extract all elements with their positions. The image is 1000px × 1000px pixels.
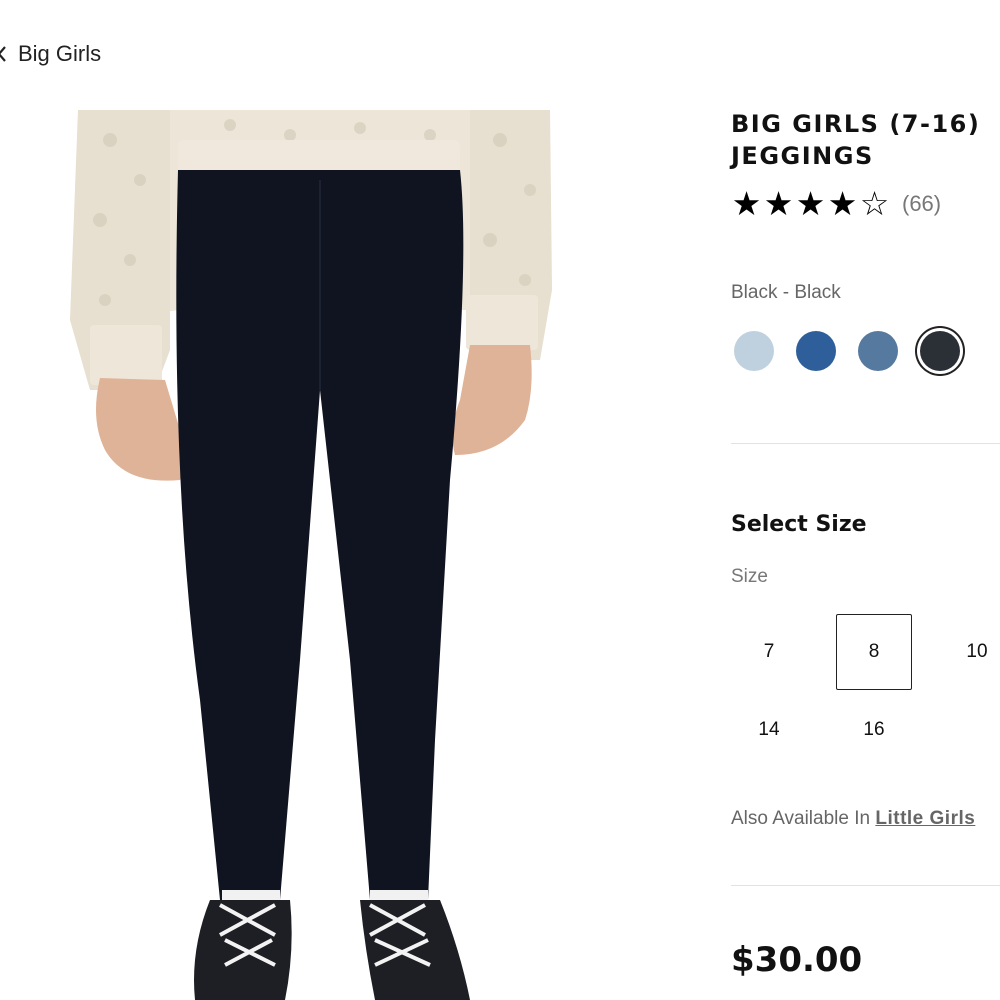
size-label: Size: [731, 566, 768, 587]
rating-stars: ★ ★ ★ ★ ☆: [731, 186, 890, 222]
also-available-link[interactable]: Little Girls: [875, 808, 975, 829]
product-photo-illustration: [70, 110, 552, 1000]
price: $30.00: [731, 940, 863, 980]
star-empty-icon: ☆: [859, 185, 890, 222]
select-size-heading: Select Size: [731, 512, 867, 537]
also-available: Also Available In Little Girls: [731, 808, 975, 830]
star-filled-icon: ★: [827, 185, 858, 222]
size-option-10[interactable]: 10: [939, 614, 1000, 690]
product-info: BIG GIRLS (7-16) JEGGINGS ★ ★ ★ ★ ☆ (66) Bla…: [731, 0, 1000, 1000]
swatch-black[interactable]: [920, 331, 960, 371]
star-filled-icon: ★: [731, 185, 762, 222]
product-page: Big Girls BIG GIRLS (7-16) JEGGINGS ★ ★ …: [0, 0, 1000, 1000]
breadcrumb-back[interactable]: Big Girls: [0, 38, 101, 70]
swatch-slate-blue[interactable]: [858, 331, 898, 371]
chevron-left-icon: [0, 46, 6, 62]
size-option-16[interactable]: 16: [836, 692, 912, 768]
selected-color-label: Black - Black: [731, 282, 841, 303]
product-title-line2: JEGGINGS: [731, 142, 874, 170]
swatch-medium-blue[interactable]: [796, 331, 836, 371]
swatch-light-wash[interactable]: [734, 331, 774, 371]
product-image: [30, 100, 680, 1000]
also-available-prefix: Also Available In: [731, 808, 871, 829]
product-title-line1: BIG GIRLS (7-16): [731, 110, 981, 138]
star-filled-icon: ★: [763, 185, 794, 222]
size-option-14[interactable]: 14: [731, 692, 807, 768]
rating[interactable]: ★ ★ ★ ★ ☆ (66): [731, 186, 941, 222]
color-swatches: [734, 331, 960, 371]
star-filled-icon: ★: [795, 185, 826, 222]
review-count[interactable]: (66): [902, 191, 941, 217]
size-option-8[interactable]: 8: [836, 614, 912, 690]
breadcrumb-label: Big Girls: [18, 41, 102, 66]
divider: [731, 443, 1000, 444]
divider: [731, 885, 1000, 886]
product-title: BIG GIRLS (7-16) JEGGINGS: [731, 108, 1000, 172]
size-option-7[interactable]: 7: [731, 614, 807, 690]
